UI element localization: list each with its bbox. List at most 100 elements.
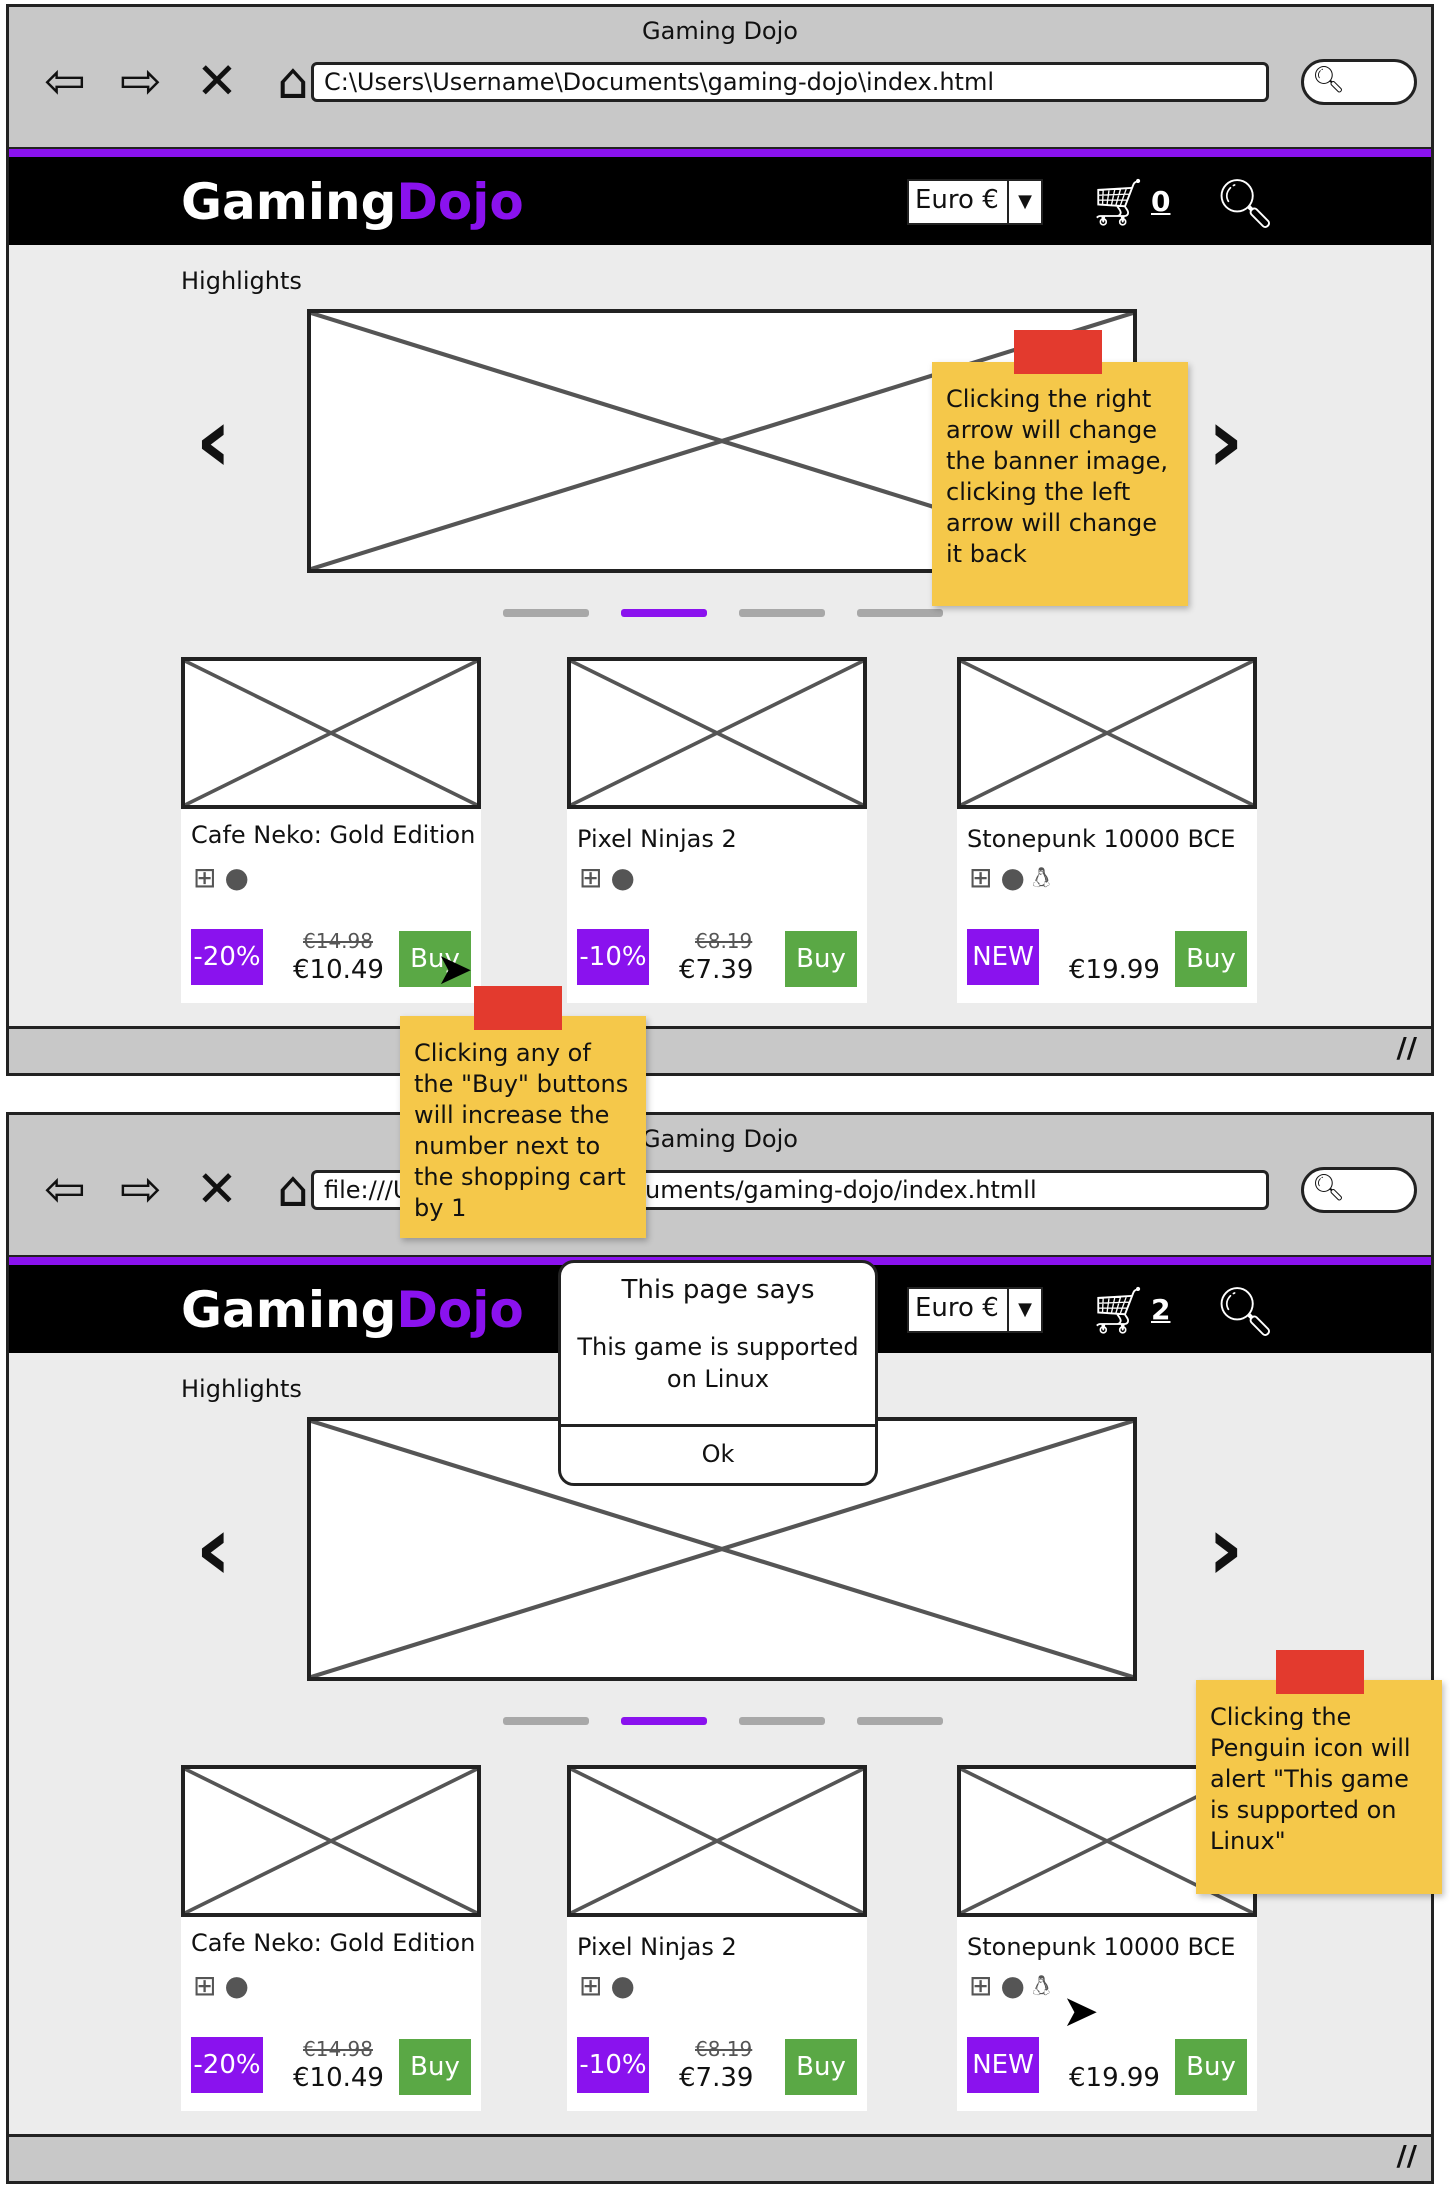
carousel-dot[interactable] (739, 609, 825, 617)
old-price: €14.98 (303, 929, 373, 953)
search-icon[interactable]: 🔍︎ (1215, 1283, 1276, 1340)
windows-icon: ⊞ (969, 1969, 993, 2002)
sticky-note-buy: Clicking any of the "Buy" buttons will i… (400, 1016, 646, 1238)
product-card: Stonepunk 10000 BCE ⊞ ● 🐧︎ NEW €19.99 Buy (957, 657, 1257, 1003)
carousel-dot[interactable] (857, 1717, 943, 1725)
mouse-cursor-icon: ➤ (436, 944, 473, 995)
chevron-down-icon: ▼ (1007, 181, 1041, 223)
stop-icon[interactable]: ✕ (187, 51, 247, 111)
product-card: Pixel Ninjas 2 ⊞ ● -10% €8.19 €7.39 Buy (567, 1765, 867, 2111)
product-name: Cafe Neko: Gold Edition (191, 1929, 476, 1957)
carousel-indicators (503, 609, 943, 617)
browser-search[interactable]: 🔍︎ (1301, 1167, 1417, 1213)
platform-icons: ⊞ ● 🐧︎ (969, 861, 1050, 898)
price: €10.49 (293, 955, 384, 985)
carousel-dot-active[interactable] (621, 609, 707, 617)
cart-count[interactable]: 0 (1151, 185, 1170, 218)
carousel-prev-button[interactable]: ‹ (195, 1504, 232, 1594)
carousel-next-button[interactable]: › (1207, 1504, 1244, 1594)
site-header: GamingDojo Euro € ▼ 🛒︎ 0 🔍︎ (9, 157, 1431, 245)
carousel-indicators (503, 1717, 943, 1725)
product-image (181, 1765, 481, 1917)
platform-icons: ⊞ ● (193, 861, 249, 894)
cart-icon[interactable]: 🛒︎ (1089, 175, 1147, 230)
address-bar[interactable]: C:\Users\Username\Documents\gaming-dojo\… (311, 62, 1269, 102)
platform-icons: ⊞ ● 🐧︎ (969, 1969, 1050, 2006)
window-title: Gaming Dojo (642, 17, 798, 45)
forward-icon[interactable]: ⇨ (111, 51, 171, 111)
linux-icon[interactable]: 🐧︎ (1033, 1969, 1050, 2006)
buy-button[interactable]: Buy (785, 931, 857, 987)
carousel-dot[interactable] (739, 1717, 825, 1725)
buy-button[interactable]: Buy (1175, 931, 1247, 987)
currency-select[interactable]: Euro € ▼ (907, 1287, 1043, 1333)
resize-grip-icon[interactable]: // (1397, 1031, 1417, 1064)
section-title: Highlights (181, 267, 302, 295)
tape (1276, 1650, 1364, 1694)
buy-button[interactable]: Buy (399, 2039, 471, 2095)
accent-bar (9, 149, 1431, 157)
site-logo[interactable]: GamingDojo (181, 173, 524, 231)
carousel-dot-active[interactable] (621, 1717, 707, 1725)
product-image (567, 657, 867, 809)
carousel-next-button[interactable]: › (1207, 396, 1244, 486)
product-name: Cafe Neko: Gold Edition (191, 821, 476, 849)
product-name: Pixel Ninjas 2 (577, 825, 737, 853)
linux-icon[interactable]: 🐧︎ (1033, 861, 1050, 898)
carousel-dot[interactable] (503, 609, 589, 617)
status-bar: // (9, 1026, 1431, 1073)
site-logo[interactable]: GamingDojo (181, 1281, 524, 1339)
back-icon[interactable]: ⇦ (35, 1159, 95, 1219)
old-price: €8.19 (695, 929, 753, 953)
old-price: €14.98 (303, 2037, 373, 2061)
price: €10.49 (293, 2063, 384, 2093)
dialog-title: This page says (621, 1275, 815, 1305)
product-image (957, 657, 1257, 809)
back-icon[interactable]: ⇦ (35, 51, 95, 111)
window-title: Gaming Dojo (642, 1125, 798, 1153)
new-badge: NEW (967, 929, 1039, 985)
forward-icon[interactable]: ⇨ (111, 1159, 171, 1219)
windows-icon: ⊞ (969, 861, 993, 894)
section-title: Highlights (181, 1375, 302, 1403)
apple-icon: ● (610, 1969, 635, 2002)
price: €19.99 (1069, 955, 1160, 985)
page-content: GamingDojo Euro € ▼ 🛒︎ 0 🔍︎ Highlights ‹ … (9, 147, 1431, 1073)
search-icon[interactable]: 🔍︎ (1215, 175, 1276, 232)
tape (474, 986, 562, 1030)
currency-select[interactable]: Euro € ▼ (907, 179, 1043, 225)
buy-button[interactable]: Buy (785, 2039, 857, 2095)
search-icon: 🔍︎ (1312, 65, 1346, 95)
alert-dialog: This page says This game is supported on… (558, 1260, 878, 1486)
windows-icon: ⊞ (193, 1969, 217, 2002)
buy-button[interactable]: Buy (1175, 2039, 1247, 2095)
discount-badge: -20% (191, 929, 263, 985)
search-icon: 🔍︎ (1312, 1173, 1346, 1203)
cart-icon[interactable]: 🛒︎ (1089, 1283, 1147, 1338)
price: €7.39 (679, 955, 754, 985)
browser-window-1: Gaming Dojo ⇦ ⇨ ✕ ⌂ C:\Users\Username\Do… (6, 4, 1434, 1076)
product-card: Cafe Neko: Gold Edition ⊞ ● -20% €14.98 €… (181, 1765, 481, 2111)
stop-icon[interactable]: ✕ (187, 1159, 247, 1219)
product-image (181, 657, 481, 809)
dialog-ok-button[interactable]: Ok (561, 1424, 875, 1483)
discount-badge: -10% (577, 2037, 649, 2093)
discount-badge: -10% (577, 929, 649, 985)
platform-icons: ⊞ ● (579, 861, 635, 894)
product-name: Stonepunk 10000 BCE (967, 1933, 1236, 1961)
sticky-note-arrows: Clicking the right arrow will change the… (932, 362, 1188, 606)
tape (1014, 330, 1102, 374)
sticky-note-penguin: Clicking the Penguin icon will alert "Th… (1196, 1680, 1442, 1894)
cart-count[interactable]: 2 (1151, 1293, 1170, 1326)
product-image (567, 1765, 867, 1917)
product-name: Stonepunk 10000 BCE (967, 825, 1236, 853)
carousel-prev-button[interactable]: ‹ (195, 396, 232, 486)
apple-icon: ● (1000, 1969, 1025, 2002)
carousel-dot[interactable] (503, 1717, 589, 1725)
resize-grip-icon[interactable]: // (1397, 2139, 1417, 2172)
platform-icons: ⊞ ● (193, 1969, 249, 2002)
windows-icon: ⊞ (579, 861, 603, 894)
carousel-dot[interactable] (857, 609, 943, 617)
browser-search[interactable]: 🔍︎ (1301, 59, 1417, 105)
apple-icon: ● (1000, 861, 1025, 894)
